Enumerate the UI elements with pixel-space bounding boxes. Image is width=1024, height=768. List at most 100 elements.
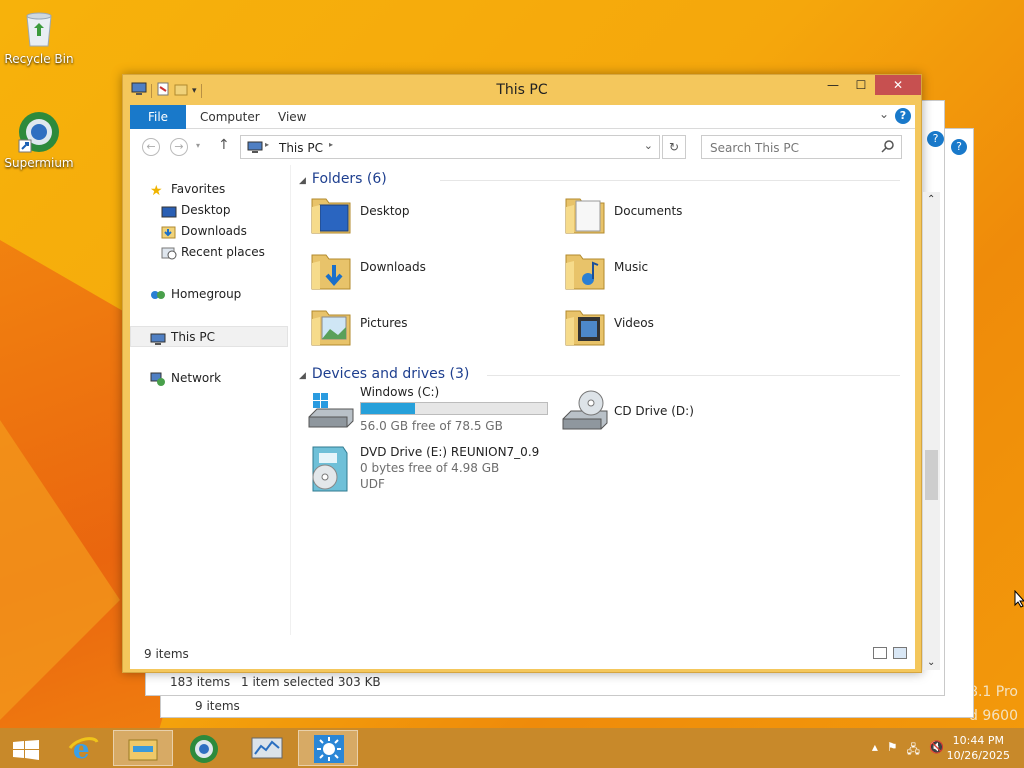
close-button[interactable]: ✕ xyxy=(875,75,921,95)
back-button[interactable]: ← xyxy=(142,138,160,156)
folder-downloads[interactable]: Downloads xyxy=(305,245,555,295)
os-watermark: d 9600 xyxy=(969,708,1018,724)
resource-monitor-icon xyxy=(251,737,283,759)
search-box[interactable]: Search This PC xyxy=(701,135,902,159)
folder-videos[interactable]: Videos xyxy=(559,301,809,351)
collapse-icon[interactable]: ◢ xyxy=(299,176,306,186)
sidebar-item-homegroup[interactable]: Homegroup xyxy=(130,284,288,305)
volume-muted-icon[interactable]: 🔇 xyxy=(929,740,944,761)
hard-drive-icon xyxy=(308,393,354,428)
drive-dvd-e[interactable]: DVD Drive (E:) REUNION7_0.9 0 bytes free… xyxy=(305,441,555,497)
sidebar-item-network[interactable]: Network xyxy=(130,368,288,389)
sidebar-item-recent-places[interactable]: Recent places xyxy=(130,242,288,263)
sidebar-item-downloads[interactable]: Downloads xyxy=(130,221,288,242)
desktop-icon-recycle-bin[interactable]: Recycle Bin xyxy=(4,6,74,66)
mouse-cursor-icon xyxy=(1014,590,1024,608)
collapse-icon[interactable]: ◢ xyxy=(299,371,306,381)
homegroup-icon xyxy=(150,288,166,309)
group-header-devices[interactable]: ◢ Devices and drives (3) xyxy=(299,366,469,382)
taskbar-resource-monitor[interactable] xyxy=(236,730,296,766)
maximize-button[interactable]: ☐ xyxy=(847,75,875,95)
chevron-down-icon[interactable]: ⌄ xyxy=(644,139,653,152)
computer-icon xyxy=(150,331,166,352)
refresh-button[interactable]: ↻ xyxy=(662,135,686,159)
pictures-folder-icon xyxy=(311,310,351,346)
sidebar-item-favorites[interactable]: ★ Favorites xyxy=(130,179,288,200)
desktop-folder-icon xyxy=(311,198,351,234)
cd-drive-icon xyxy=(562,390,608,430)
sidebar-item-this-pc[interactable]: This PC xyxy=(130,326,288,347)
clock-date: 10/26/2025 xyxy=(946,749,1010,762)
content-pane: ◢ Folders (6) Desktop Documents Download… xyxy=(295,165,915,635)
folder-icon xyxy=(128,739,158,761)
expand-ribbon-icon[interactable]: ⌄ xyxy=(879,107,889,121)
title-bar[interactable]: ▾ This PC — ☐ ✕ xyxy=(123,75,921,105)
help-icon[interactable]: ? xyxy=(895,108,911,124)
show-hidden-icons-icon[interactable]: ▴ xyxy=(872,740,878,761)
sidebar-item-desktop[interactable]: Desktop xyxy=(130,200,288,221)
music-folder-icon xyxy=(565,254,605,290)
folder-pictures[interactable]: Pictures xyxy=(305,301,555,351)
scroll-up-icon[interactable]: ⌃ xyxy=(927,194,935,205)
minimize-button[interactable]: — xyxy=(819,75,847,95)
dvd-disc-icon xyxy=(312,446,348,492)
taskbar-supermium[interactable] xyxy=(174,730,234,766)
computer-icon xyxy=(247,141,263,156)
scrollbar[interactable]: ⌃ ⌄ xyxy=(923,192,940,670)
internet-explorer-icon: e xyxy=(68,735,99,764)
chevron-right-icon[interactable]: ▸ xyxy=(329,140,333,149)
scrollbar-thumb[interactable] xyxy=(925,450,938,500)
details-view-icon[interactable] xyxy=(873,647,887,659)
desktop-icon-label: Supermium xyxy=(4,156,74,170)
forward-button[interactable]: → xyxy=(170,138,188,156)
clock-time: 10:44 PM xyxy=(952,734,1004,747)
folder-documents[interactable]: Documents xyxy=(559,189,809,239)
pane-splitter[interactable] xyxy=(290,165,291,635)
group-header-folders[interactable]: ◢ Folders (6) xyxy=(299,171,387,187)
recycle-bin-icon xyxy=(17,6,61,50)
status-text: 183 items xyxy=(170,675,231,689)
tab-view[interactable]: View xyxy=(265,105,319,129)
status-bar: 9 items xyxy=(130,635,915,669)
recent-locations-icon[interactable]: ▾ xyxy=(196,141,200,150)
drive-usage-fill xyxy=(361,403,415,414)
help-icon[interactable]: ? xyxy=(927,131,944,147)
tab-computer[interactable]: Computer xyxy=(187,105,273,129)
search-input[interactable]: Search This PC xyxy=(710,141,799,155)
search-icon[interactable] xyxy=(881,139,895,156)
folder-music[interactable]: Music xyxy=(559,245,809,295)
start-button[interactable] xyxy=(0,730,50,766)
scroll-down-icon[interactable]: ⌄ xyxy=(927,657,935,668)
drive-cd-d[interactable]: CD Drive (D:) xyxy=(559,385,809,439)
taskbar-internet-explorer[interactable]: e xyxy=(53,730,113,766)
taskbar-file-explorer[interactable] xyxy=(113,730,173,766)
explorer-window[interactable]: ▾ This PC — ☐ ✕ File Computer View ⌄ ? ←… xyxy=(122,74,922,673)
network-icon xyxy=(150,372,166,393)
desktop-icon-supermium[interactable]: Supermium xyxy=(4,110,74,170)
folder-desktop[interactable]: Desktop xyxy=(305,189,555,239)
address-bar[interactable]: ▸ This PC ▸ ⌄ xyxy=(240,135,660,159)
os-watermark: 8.1 Pro xyxy=(969,684,1018,700)
taskbar-brightness-app[interactable] xyxy=(298,730,358,766)
up-button[interactable]: ↑ xyxy=(218,137,230,153)
divider xyxy=(440,180,900,181)
network-status-icon[interactable]: 🖧 xyxy=(907,740,920,761)
divider xyxy=(487,375,900,376)
status-text: 9 items xyxy=(195,699,240,713)
address-path[interactable]: This PC xyxy=(279,141,323,155)
drive-usage-bar xyxy=(360,402,548,415)
action-center-flag-icon[interactable]: ⚑ xyxy=(887,740,898,761)
clock[interactable]: 10:44 PM 10/26/2025 xyxy=(947,733,1010,763)
downloads-folder-icon xyxy=(311,254,351,290)
help-icon[interactable]: ? xyxy=(951,139,967,155)
large-icons-view-icon[interactable] xyxy=(893,647,907,659)
tab-file[interactable]: File xyxy=(130,105,186,129)
navigation-pane: ★ Favorites Desktop Downloads Recent pla… xyxy=(130,165,290,635)
window-title: This PC xyxy=(496,82,548,98)
navigation-bar: ← → ▾ ↑ ▸ This PC ▸ ⌄ ↻ Search This PC xyxy=(130,129,915,165)
chevron-right-icon[interactable]: ▸ xyxy=(265,140,269,149)
drive-windows-c[interactable]: Windows (C:) 56.0 GB free of 78.5 GB xyxy=(305,385,555,439)
documents-folder-icon xyxy=(565,198,605,234)
star-icon: ★ xyxy=(150,183,163,199)
ribbon: File Computer View ⌄ ? xyxy=(130,105,915,129)
